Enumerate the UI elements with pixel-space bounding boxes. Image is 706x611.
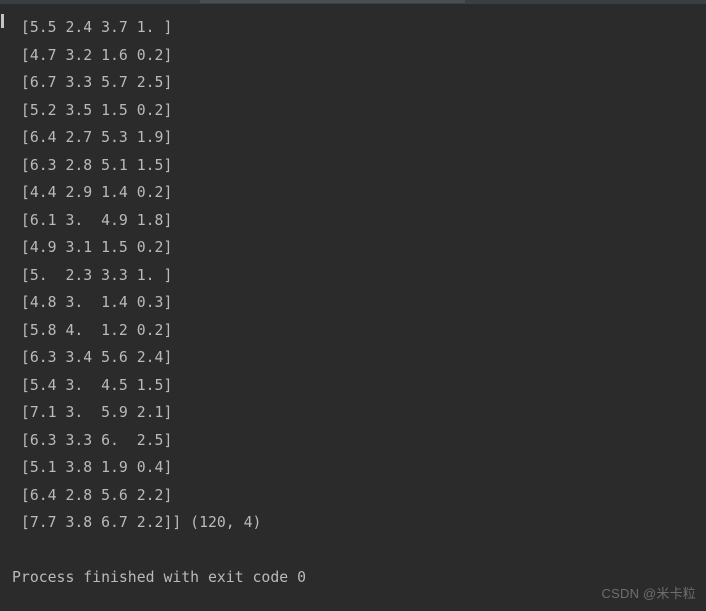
watermark-text: CSDN @米卡粒 [602,580,696,608]
gutter-mark [1,14,4,28]
console-output-panel[interactable]: [5.5 2.4 3.7 1. ] [4.7 3.2 1.6 0.2] [6.7… [0,4,706,602]
console-output-text: [5.5 2.4 3.7 1. ] [4.7 3.2 1.6 0.2] [6.7… [12,14,698,592]
